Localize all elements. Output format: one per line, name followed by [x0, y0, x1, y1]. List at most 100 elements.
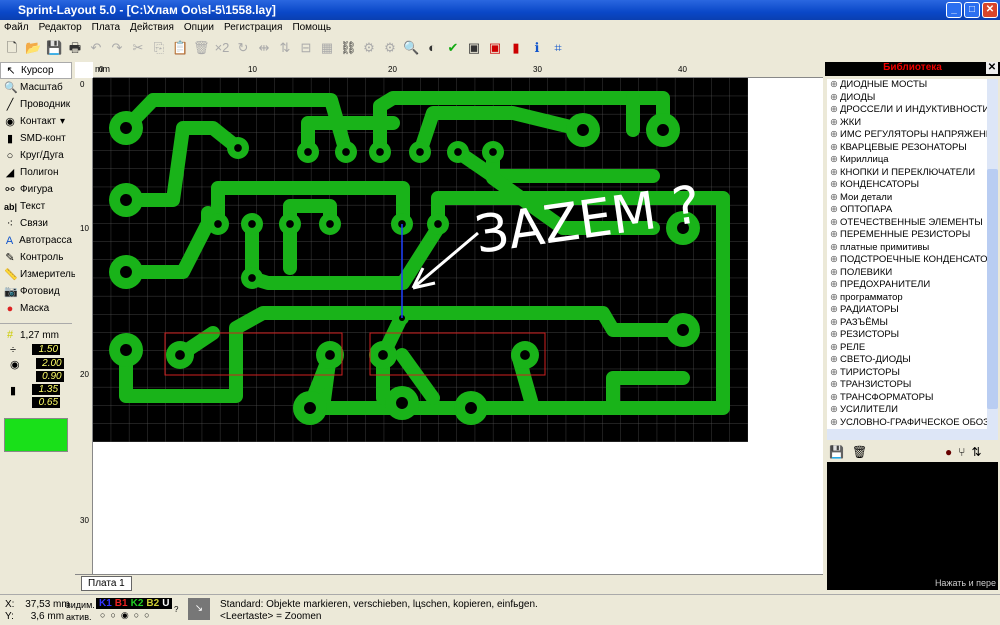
connections-icon[interactable]: ⛓	[340, 40, 357, 56]
library-list[interactable]: ⊕ ДИОДНЫЕ МОСТЫ ⊕ ДИОДЫ ⊕ ДРОССЕЛИ И ИНДУКТИВ…	[827, 79, 987, 429]
close-icon[interactable]: ✕	[986, 62, 998, 74]
library-item[interactable]: ⊕ ПЕРЕМЕННЫЕ РЕЗИСТОРЫ	[827, 229, 987, 242]
menu-options[interactable]: Опции	[184, 22, 214, 34]
expand-icon[interactable]: ⊕	[830, 392, 840, 403]
library-item[interactable]: ⊕ ТРАНЗИСТОРЫ	[827, 379, 987, 392]
expand-icon[interactable]: ⊕	[830, 79, 840, 90]
help-mark[interactable]: ?	[174, 605, 178, 614]
tool-autoroute[interactable]: A Автотрасса	[0, 232, 72, 249]
undo-icon[interactable]: ↶	[88, 40, 104, 56]
expand-icon[interactable]: ⊕	[830, 192, 840, 203]
pad-inner-field[interactable]: 0.90	[35, 371, 64, 382]
group-icon[interactable]: ⚙	[361, 40, 377, 56]
record-icon[interactable]: ●	[945, 445, 952, 459]
save-icon[interactable]: 💾	[829, 445, 844, 459]
minimize-button[interactable]: _	[946, 2, 962, 18]
menu-registration[interactable]: Регистрация	[224, 22, 282, 34]
expand-icon[interactable]: ⊕	[830, 367, 840, 378]
library-hscrollbar[interactable]	[827, 429, 998, 440]
expand-icon[interactable]: ⊕	[830, 104, 840, 115]
library-item[interactable]: ⊕ ТИРИСТОРЫ	[827, 367, 987, 380]
library-item[interactable]: ⊕ ДИОДНЫЕ МОСТЫ	[827, 79, 987, 92]
pcb-board[interactable]: ЗAZEM ?	[93, 78, 748, 442]
library-item[interactable]: ⊕ ТРАНСФОРМАТОРЫ	[827, 392, 987, 405]
library-item[interactable]: ⊕ ДИОДЫ	[827, 92, 987, 105]
paste-icon[interactable]: 📋	[172, 40, 188, 56]
close-button[interactable]: ✕	[982, 2, 998, 18]
tool-track[interactable]: ╱ Проводник	[0, 96, 72, 113]
library-item[interactable]: ⊕ КНОПКИ И ПЕРЕКЛЮЧАТЕЛИ	[827, 167, 987, 180]
pcb-export-icon[interactable]: ▣	[466, 40, 482, 56]
tool-zoom[interactable]: 🔍 Масштаб	[0, 79, 72, 96]
expand-icon[interactable]: ⊕	[830, 92, 840, 103]
board-canvas[interactable]: mm 0 10 20 30 40 0 10 20 30 ЗAZEM ? Плат…	[75, 62, 823, 591]
dropdown-arrow-icon[interactable]: ▾	[60, 116, 65, 127]
expand-icon[interactable]: ⊕	[830, 342, 840, 353]
open-icon[interactable]: 📂	[25, 40, 41, 56]
filter-icon[interactable]: ⑂	[958, 445, 965, 459]
radio-u[interactable]: ○	[144, 610, 149, 621]
mirror-h-icon[interactable]: ⇹	[256, 40, 272, 56]
expand-icon[interactable]: ⊕	[830, 204, 840, 215]
expand-icon[interactable]: ⊕	[830, 242, 840, 253]
expand-icon[interactable]: ⊕	[830, 167, 840, 178]
maximize-button[interactable]: □	[964, 2, 980, 18]
expand-icon[interactable]: ⊕	[830, 179, 840, 190]
copy-icon[interactable]: ⎘	[151, 40, 167, 56]
crop-icon[interactable]: ⌗	[550, 40, 566, 56]
library-item[interactable]: ⊕ ДРОССЕЛИ И ИНДУКТИВНОСТИ	[827, 104, 987, 117]
pad-outer-field[interactable]: 2.00	[35, 358, 64, 369]
tool-connections[interactable]: ⁖ Связи	[0, 215, 72, 232]
menu-file[interactable]: Файл	[4, 22, 29, 34]
new-icon[interactable]: 🗋	[4, 40, 20, 56]
grid-icon[interactable]: ▦	[319, 40, 335, 56]
track-width-field[interactable]: 1.50	[32, 344, 61, 355]
library-item[interactable]: ⊕ РЕЗИСТОРЫ	[827, 329, 987, 342]
radio-b2[interactable]: ○	[134, 610, 139, 621]
library-scrollbar[interactable]	[987, 79, 998, 429]
print-icon[interactable]: 🖶	[67, 40, 83, 56]
tool-figure[interactable]: ⚯ Фигура	[0, 181, 72, 198]
library-item[interactable]: ⊕ РАЗЪЁМЫ	[827, 317, 987, 330]
scroll-thumb[interactable]	[987, 169, 998, 409]
layer-b2[interactable]: B2	[146, 598, 159, 609]
track-mode-icon[interactable]: ↘	[188, 598, 210, 620]
tool-photoview[interactable]: 📷 Фотовид	[0, 283, 72, 300]
library-item[interactable]: ⊕ Мои детали	[827, 192, 987, 205]
library-item[interactable]: ⊕ ПРЕДОХРАНИТЕЛИ	[827, 279, 987, 292]
drc-report-icon[interactable]: ▣	[487, 40, 503, 56]
expand-icon[interactable]: ⊕	[830, 142, 840, 153]
library-item[interactable]: ⊕ ПОДСТРОЕЧНЫЕ КОНДЕНСАТОР	[827, 254, 987, 267]
tool-measure[interactable]: 📏 Измеритель	[0, 266, 76, 283]
library-item[interactable]: ⊕ ЖКИ	[827, 117, 987, 130]
radio-k2[interactable]: ◉	[121, 610, 129, 621]
drc-icon[interactable]: ✔	[445, 40, 461, 56]
library-item[interactable]: ⊕ ИМС РЕГУЛЯТОРЫ НАПРЯЖЕНИЯ	[827, 129, 987, 142]
library-item[interactable]: ⊕ КОНДЕНСАТОРЫ	[827, 179, 987, 192]
expand-icon[interactable]: ⊕	[830, 379, 840, 390]
ungroup-icon[interactable]: ⚙	[382, 40, 398, 56]
radio-b1[interactable]: ○	[110, 610, 115, 621]
expand-icon[interactable]: ⊕	[830, 267, 840, 278]
expand-icon[interactable]: ⊕	[830, 279, 840, 290]
library-item[interactable]: ⊕ КВАРЦЕВЫЕ РЕЗОНАТОРЫ	[827, 142, 987, 155]
tool-circle[interactable]: ○ Круг/Дуга	[0, 147, 72, 164]
tool-pad[interactable]: ◉ Контакт ▾	[0, 113, 72, 130]
library-item[interactable]: ⊕ Кириллица	[827, 154, 987, 167]
tool-check[interactable]: ✎ Контроль	[0, 249, 72, 266]
expand-icon[interactable]: ⊕	[830, 117, 840, 128]
expand-icon[interactable]: ⊕	[830, 417, 840, 428]
tool-polygon[interactable]: ◢ Полигон	[0, 164, 72, 181]
library-item[interactable]: ⊕ УСЛОВНО-ГРАФИЧЕСКОЕ ОБОЗН	[827, 417, 987, 430]
grid-setting[interactable]: #1,27 mm	[0, 323, 72, 341]
library-preview[interactable]: Нажать и пере	[827, 462, 998, 590]
layer-b1[interactable]: B1	[115, 598, 128, 609]
menu-editor[interactable]: Редактор	[39, 22, 82, 34]
library-item[interactable]: ⊕ ОТЕЧЕСТВЕННЫЕ ЭЛЕМЕНТЫ	[827, 217, 987, 230]
layer-u[interactable]: U	[162, 598, 169, 609]
radio-k1[interactable]: ○	[100, 610, 105, 621]
expand-icon[interactable]: ⊕	[830, 229, 840, 240]
menu-actions[interactable]: Действия	[130, 22, 174, 34]
expand-icon[interactable]: ⊕	[830, 304, 840, 315]
smd-height-field[interactable]: 0.65	[32, 397, 61, 408]
